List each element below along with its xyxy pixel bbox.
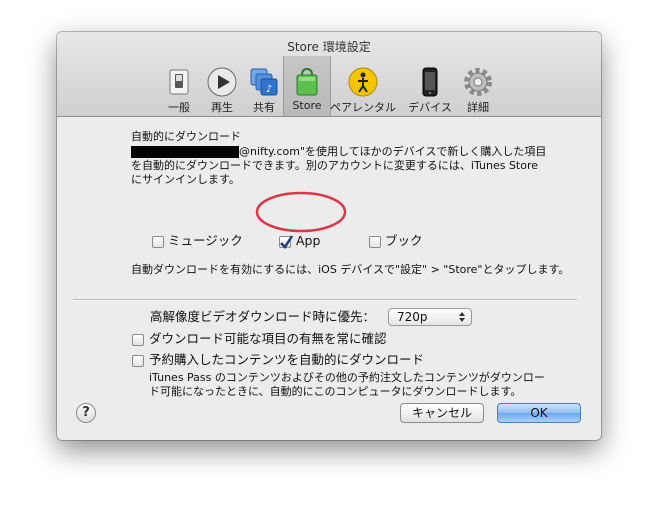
auto-download-heading: 自動的にダウンロード: [131, 130, 241, 143]
updown-arrows-icon: [459, 312, 465, 322]
preorder-label: 予約購入したコンテンツを自動的にダウンロード: [149, 352, 425, 367]
music-label: ミュージック: [168, 233, 243, 248]
checkmark-icon: [280, 235, 293, 249]
cancel-button[interactable]: キャンセル: [400, 403, 484, 423]
divider: [73, 299, 577, 300]
always-check-label: ダウンロード可能な項目の有無を常に確認: [149, 331, 387, 346]
hd-label: 高解像度ビデオダウンロード時に優先：: [150, 309, 376, 324]
gear-icon: [464, 68, 492, 96]
help-button[interactable]: ?: [76, 403, 96, 423]
hd-resolution-popup[interactable]: 720p: [388, 308, 472, 326]
preorder-desc: iTunes Pass のコンテンツおよびその他の予約注文したコンテンツがダウン…: [149, 371, 545, 384]
auto-download-desc: にサインインします。: [131, 173, 240, 186]
books-label: ブック: [385, 233, 423, 248]
sharing-icon: ♪: [250, 68, 278, 96]
tab-store[interactable]: Store: [283, 56, 331, 116]
preferences-window: Store 環境設定 一般 再生 ♪ 共有 Store ペアレンタル デバイス …: [57, 32, 601, 440]
svg-text:♪: ♪: [266, 84, 272, 95]
toolbar: Store 環境設定 一般 再生 ♪ 共有 Store ペアレンタル デバイス …: [57, 32, 601, 117]
tab-label: ペアレンタル: [330, 101, 396, 114]
always-check-checkbox[interactable]: [132, 334, 144, 346]
red-highlight-ellipse: [255, 191, 347, 233]
switch-icon: [169, 69, 189, 95]
redacted-account: [131, 146, 239, 158]
play-icon: [207, 67, 237, 97]
parental-icon: [348, 67, 378, 97]
store-bag-icon: [296, 67, 318, 96]
hd-value: 720p: [397, 310, 428, 324]
auto-download-desc: を自動的にダウンロードできます。別のアカウントに変更するには、iTunes St…: [131, 159, 539, 172]
ok-button[interactable]: OK: [497, 403, 581, 423]
window-title: Store 環境設定: [287, 40, 371, 54]
preorder-checkbox[interactable]: [132, 355, 144, 367]
auto-download-desc: @nifty.com"を使用してほかのデバイスで新しく購入した項目: [239, 145, 547, 158]
store-pane: 自動的にダウンロード @nifty.com"を使用してほかのデバイスで新しく購入…: [57, 117, 601, 440]
music-checkbox[interactable]: [152, 236, 164, 248]
tab-advanced[interactable]: 詳細: [455, 60, 501, 114]
books-checkbox[interactable]: [369, 236, 381, 248]
tab-label: 詳細: [467, 101, 489, 114]
preorder-desc: ド可能になったときに、自動的にこのコンピュータにダウンロードします。: [149, 385, 522, 398]
tab-parental[interactable]: ペアレンタル: [330, 60, 396, 114]
iphone-icon: [422, 67, 438, 97]
ios-note: 自動ダウンロードを有効にするには、iOS デバイスで"設定" > "Store"…: [131, 263, 570, 276]
app-label: App: [296, 233, 321, 248]
app-checkbox[interactable]: [279, 235, 293, 249]
